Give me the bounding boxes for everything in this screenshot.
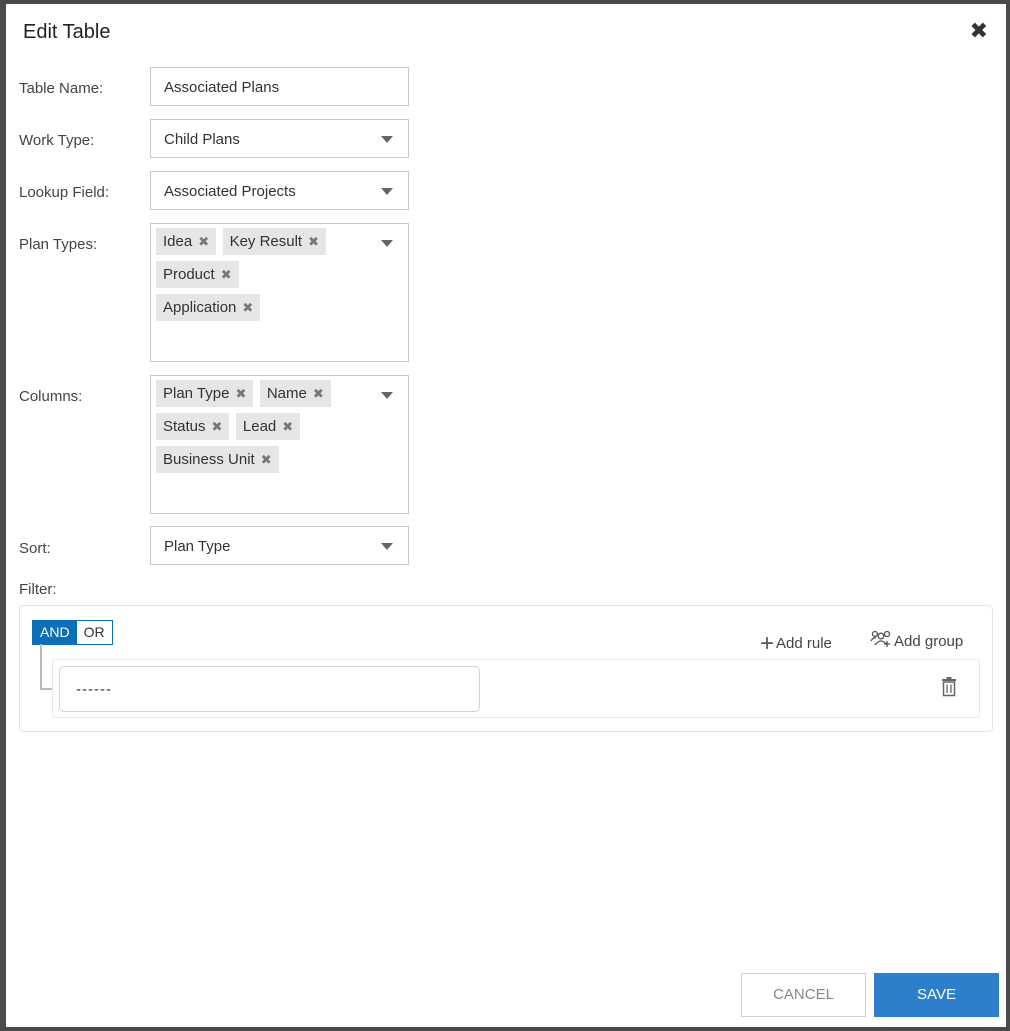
filter-rule-row: ------ xyxy=(52,659,980,718)
caret-down-icon[interactable] xyxy=(381,543,393,550)
remove-tag-icon[interactable]: ✖ xyxy=(261,452,272,467)
plan-types-label: Plan Types: xyxy=(19,236,98,253)
table-name-input[interactable]: Associated Plans xyxy=(150,67,409,106)
table-name-label: Table Name: xyxy=(19,80,104,97)
sort-value: Plan Type xyxy=(164,538,231,555)
remove-tag-icon[interactable]: ✖ xyxy=(221,267,232,282)
rule-field-select[interactable]: ------ xyxy=(59,666,480,712)
plan-types-multiselect[interactable]: Idea ✖ Key Result ✖ Product ✖ Application ✖ xyxy=(150,223,409,362)
tag-name: Name ✖ xyxy=(259,380,331,407)
filter-builder: AND OR + Add rule Add group ------ xyxy=(19,605,993,732)
lookup-field-value: Associated Projects xyxy=(164,183,296,200)
add-rule-button[interactable]: + Add rule xyxy=(760,630,832,658)
caret-down-icon[interactable] xyxy=(381,136,393,143)
add-group-button[interactable]: Add group xyxy=(870,630,963,650)
table-name-value: Associated Plans xyxy=(164,79,280,96)
remove-tag-icon[interactable]: ✖ xyxy=(198,234,209,249)
rule-connector xyxy=(40,644,52,690)
remove-tag-icon[interactable]: ✖ xyxy=(242,300,253,315)
lookup-field-label: Lookup Field: xyxy=(19,184,110,201)
tag-status: Status ✖ xyxy=(156,413,230,440)
caret-down-icon[interactable] xyxy=(381,392,393,399)
lookup-field-select[interactable]: Associated Projects xyxy=(150,171,409,210)
users-plus-icon xyxy=(870,630,891,647)
close-icon[interactable]: ✖ xyxy=(970,20,988,42)
tag-label: Idea xyxy=(163,233,193,250)
trash-icon[interactable] xyxy=(941,677,957,697)
and-button[interactable]: AND xyxy=(33,621,77,644)
work-type-value: Child Plans xyxy=(164,131,240,148)
sort-label: Sort: xyxy=(19,540,51,557)
tag-label: Plan Type xyxy=(163,385,230,402)
tag-lead: Lead ✖ xyxy=(235,413,301,440)
rule-field-value: ------ xyxy=(76,681,112,698)
tag-label: Product xyxy=(163,266,215,283)
sort-select[interactable]: Plan Type xyxy=(150,526,409,565)
caret-down-icon[interactable] xyxy=(381,240,393,247)
remove-tag-icon[interactable]: ✖ xyxy=(308,234,319,249)
or-button[interactable]: OR xyxy=(76,621,112,644)
remove-tag-icon[interactable]: ✖ xyxy=(235,386,246,401)
tag-label: Business Unit xyxy=(163,451,255,468)
cancel-button[interactable]: CANCEL xyxy=(741,973,866,1017)
tag-idea: Idea ✖ xyxy=(156,228,217,255)
tag-business-unit: Business Unit ✖ xyxy=(156,446,279,473)
tag-plan-type: Plan Type ✖ xyxy=(156,380,254,407)
tag-product: Product ✖ xyxy=(156,261,239,288)
remove-tag-icon[interactable]: ✖ xyxy=(313,386,324,401)
tag-label: Status xyxy=(163,418,206,435)
tag-label: Lead xyxy=(242,418,277,435)
columns-multiselect[interactable]: Plan Type ✖ Name ✖ Status ✖ Lead ✖ Business … xyxy=(150,375,409,514)
save-button[interactable]: SAVE xyxy=(874,973,999,1017)
add-group-label: Add group xyxy=(894,633,964,650)
remove-tag-icon[interactable]: ✖ xyxy=(212,419,223,434)
dialog-title: Edit Table xyxy=(23,21,111,43)
columns-label: Columns: xyxy=(19,388,83,405)
remove-tag-icon[interactable]: ✖ xyxy=(282,419,293,434)
filter-label: Filter: xyxy=(19,581,57,598)
tag-key-result: Key Result ✖ xyxy=(222,228,327,255)
edit-table-dialog: Edit Table ✖ Table Name: Associated Plan… xyxy=(6,4,1006,1027)
work-type-select[interactable]: Child Plans xyxy=(150,119,409,158)
work-type-label: Work Type: xyxy=(19,132,95,149)
tag-application: Application ✖ xyxy=(156,294,261,321)
tag-label: Key Result xyxy=(229,233,303,250)
plus-icon: + xyxy=(760,630,775,657)
and-or-toggle: AND OR xyxy=(32,620,113,645)
tag-label: Application xyxy=(163,299,237,316)
add-rule-label: Add rule xyxy=(776,635,832,652)
tag-label: Name xyxy=(266,385,307,402)
caret-down-icon[interactable] xyxy=(381,188,393,195)
